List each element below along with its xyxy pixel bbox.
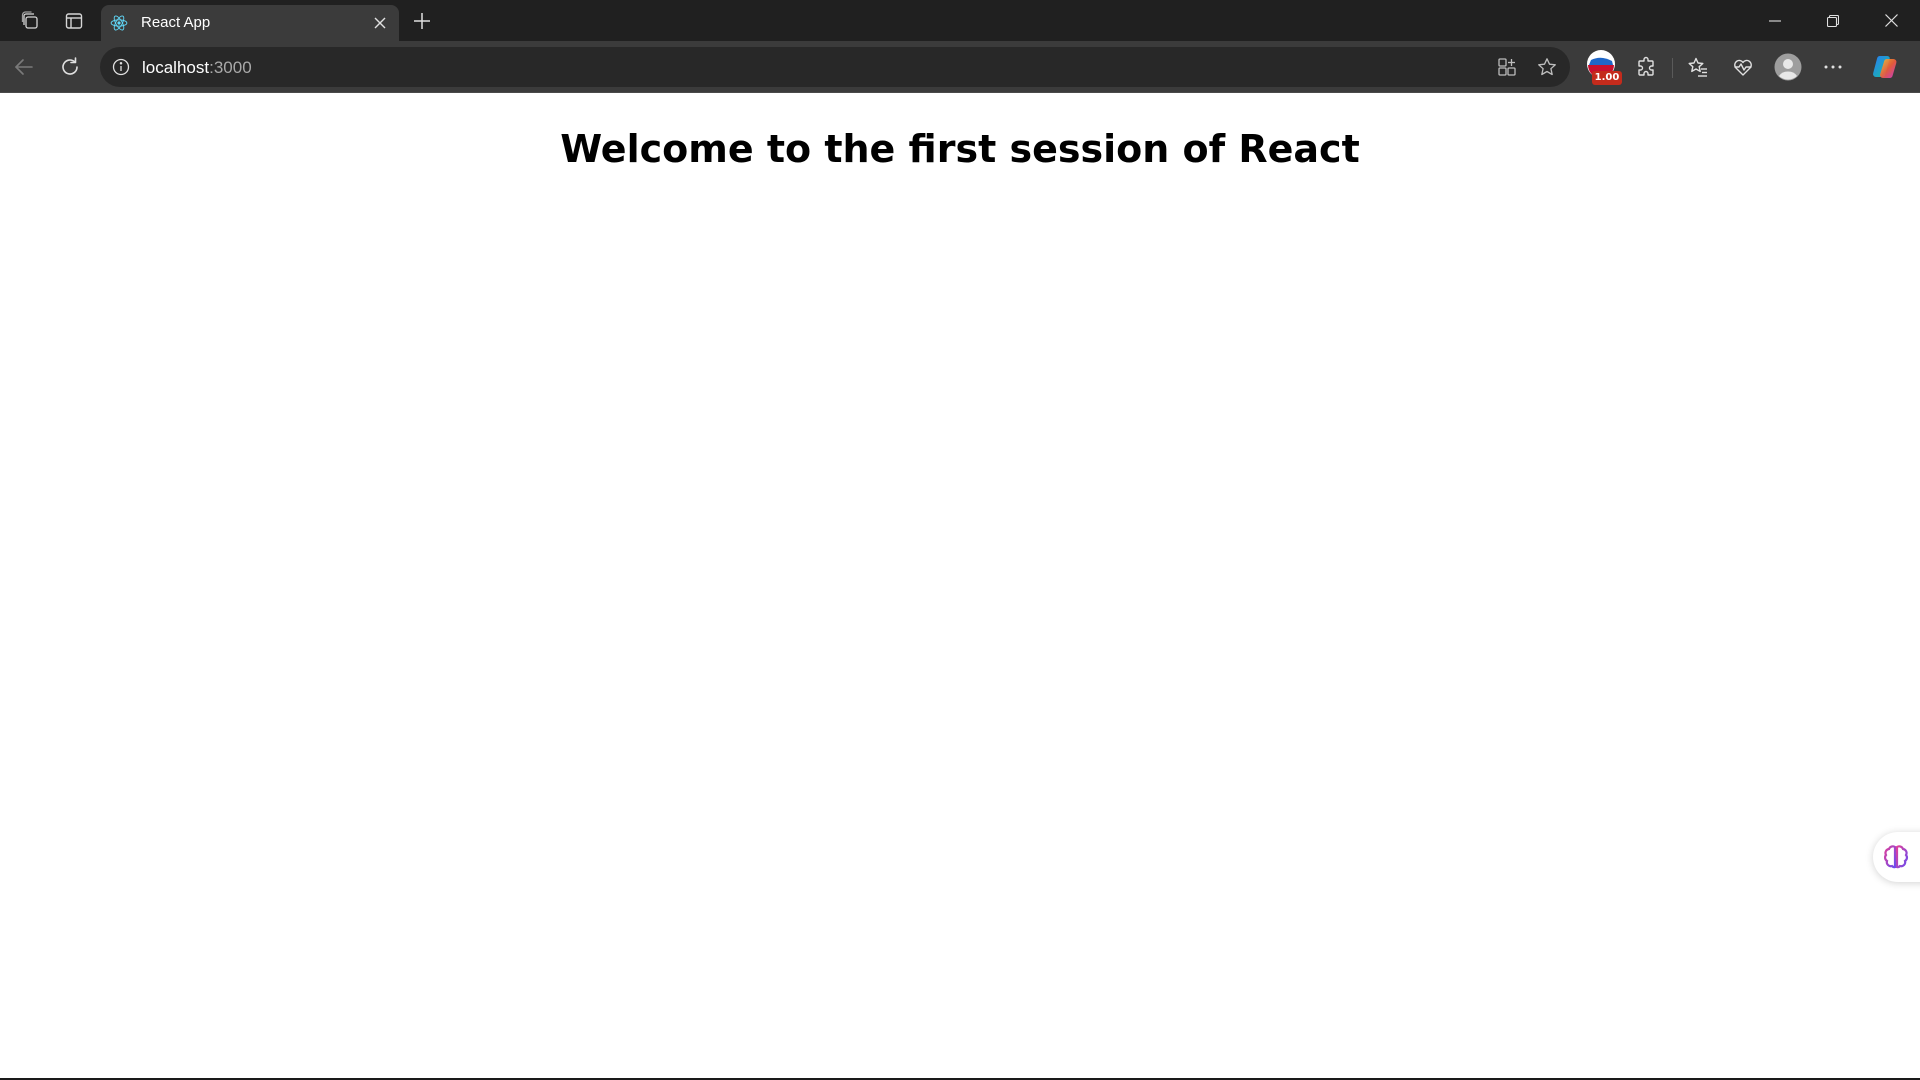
back-button[interactable] — [7, 50, 41, 84]
extension-badge: 1.00 — [1592, 71, 1622, 85]
browser-essentials-button[interactable] — [1726, 50, 1760, 84]
tab-close-button[interactable] — [369, 12, 391, 34]
tab-title: React App — [141, 14, 211, 31]
workspaces-icon — [21, 11, 38, 29]
page-viewport: Welcome to the first session of React — [0, 93, 1920, 1078]
tab-strip: React App — [0, 0, 1920, 41]
favorites-list-icon — [1688, 57, 1707, 77]
profile-button[interactable] — [1771, 50, 1805, 84]
extension-rate-button[interactable]: 1.00 — [1584, 47, 1622, 87]
copilot-button[interactable] — [1868, 50, 1902, 84]
back-arrow-icon — [15, 59, 33, 75]
tab-actions-button[interactable] — [58, 6, 90, 36]
app-available-icon — [1498, 58, 1516, 76]
more-dots-icon — [1824, 65, 1842, 69]
side-assistant-button[interactable] — [1873, 832, 1920, 882]
heart-pulse-icon — [1734, 59, 1752, 76]
url-text[interactable]: localhost:3000 — [142, 58, 252, 77]
workspaces-button[interactable] — [14, 6, 46, 36]
app-available-button[interactable] — [1491, 51, 1523, 83]
window-close-button[interactable] — [1862, 0, 1920, 41]
tab-react-app[interactable]: React App — [101, 5, 399, 41]
info-icon — [112, 58, 130, 76]
address-bar[interactable]: localhost:3000 — [100, 47, 1570, 87]
restore-icon — [1827, 14, 1839, 27]
close-icon — [1884, 14, 1898, 27]
toolbar-divider — [1672, 58, 1673, 78]
favorites-button[interactable] — [1681, 50, 1715, 84]
favorite-button[interactable] — [1531, 51, 1563, 83]
minimize-icon — [1769, 19, 1781, 22]
browser-window: React App localhost:3000 1.00 Welcome to… — [0, 0, 1920, 1080]
puzzle-icon — [1638, 56, 1654, 76]
page-heading: Welcome to the first session of React — [560, 127, 1360, 171]
url-port: :3000 — [209, 58, 252, 77]
react-logo-icon — [110, 15, 128, 31]
refresh-icon — [62, 57, 78, 75]
plus-icon — [414, 13, 430, 29]
restore-button[interactable] — [1804, 0, 1862, 41]
close-icon — [374, 17, 386, 29]
more-button[interactable] — [1816, 50, 1850, 84]
minimize-button[interactable] — [1746, 0, 1804, 41]
new-tab-button[interactable] — [406, 6, 438, 36]
copilot-icon — [1873, 56, 1897, 78]
tab-actions-icon — [65, 13, 83, 29]
extensions-button[interactable] — [1630, 50, 1664, 84]
favorite-star-icon — [1538, 58, 1556, 76]
url-host: localhost — [142, 58, 210, 77]
navigation-toolbar: localhost:3000 1.00 — [0, 41, 1920, 93]
profile-avatar-icon — [1774, 53, 1802, 81]
brain-icon — [1883, 845, 1909, 869]
site-info-button[interactable] — [108, 54, 134, 80]
refresh-button[interactable] — [53, 50, 87, 84]
